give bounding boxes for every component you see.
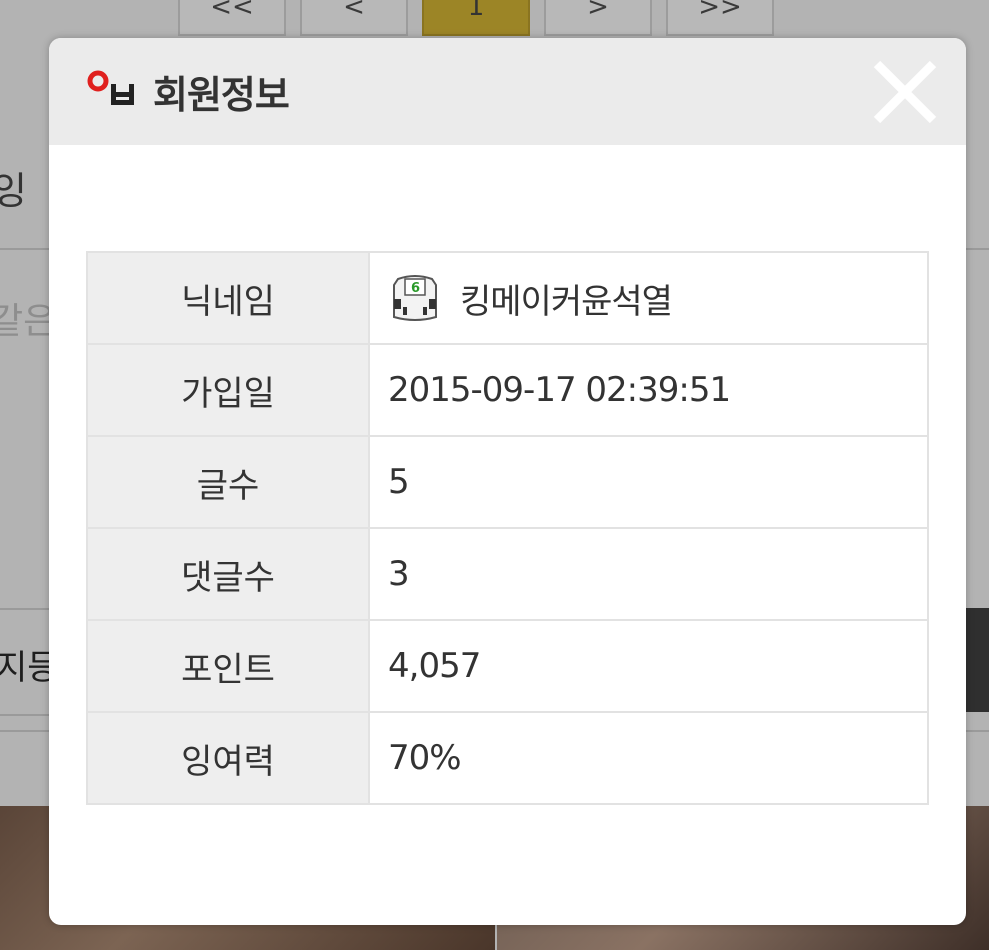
- close-icon[interactable]: [871, 58, 939, 126]
- comment-count-value: 3: [368, 527, 929, 621]
- pagination: << < 1 > >>: [178, 0, 788, 36]
- join-date-value: 2015-09-17 02:39:51: [368, 343, 929, 437]
- post-count-label: 글수: [86, 435, 370, 529]
- table-row-post-count: 글수 5: [86, 435, 929, 529]
- next-page-button[interactable]: >: [544, 0, 652, 36]
- surplus-label: 잉여력: [86, 711, 370, 805]
- table-row-surplus: 잉여력 70%: [86, 711, 929, 805]
- modal-header: 회원정보: [49, 38, 966, 145]
- nickname-value: 킹메이커윤석열: [460, 281, 673, 322]
- points-value: 4,057: [368, 619, 929, 713]
- join-date-label: 가입일: [86, 343, 370, 437]
- current-page-button[interactable]: 1: [422, 0, 530, 36]
- member-info-modal: 회원정보 닉네임 6 킹메이커윤석열 가입일 2015-09-17 02:39:…: [49, 38, 966, 925]
- post-count-value: 5: [368, 435, 929, 529]
- prev-page-button[interactable]: <: [300, 0, 408, 36]
- table-row-comment-count: 댓글수 3: [86, 527, 929, 621]
- table-row-join-date: 가입일 2015-09-17 02:39:51: [86, 343, 929, 437]
- table-row-points: 포인트 4,057: [86, 619, 929, 713]
- first-page-button[interactable]: <<: [178, 0, 286, 36]
- points-label: 포인트: [86, 619, 370, 713]
- modal-title: 회원정보: [153, 73, 290, 117]
- background-text-fragment: 같은: [0, 301, 57, 342]
- level-badge-icon: 6: [393, 275, 437, 321]
- surplus-value: 70%: [368, 711, 929, 805]
- comment-count-label: 댓글수: [86, 527, 370, 621]
- member-info-icon: [87, 70, 134, 105]
- background-text-fragment: 잉: [0, 169, 27, 213]
- background-dark-block: [965, 608, 989, 712]
- last-page-button[interactable]: >>: [666, 0, 774, 36]
- nickname-cell: 6 킹메이커윤석열: [368, 251, 929, 345]
- table-row-nickname: 닉네임 6 킹메이커윤석열: [86, 251, 929, 345]
- member-info-table: 닉네임 6 킹메이커윤석열 가입일 2015-09-17 02:39:51 글수…: [86, 251, 929, 805]
- nickname-label: 닉네임: [86, 251, 370, 345]
- level-number: 6: [411, 281, 420, 296]
